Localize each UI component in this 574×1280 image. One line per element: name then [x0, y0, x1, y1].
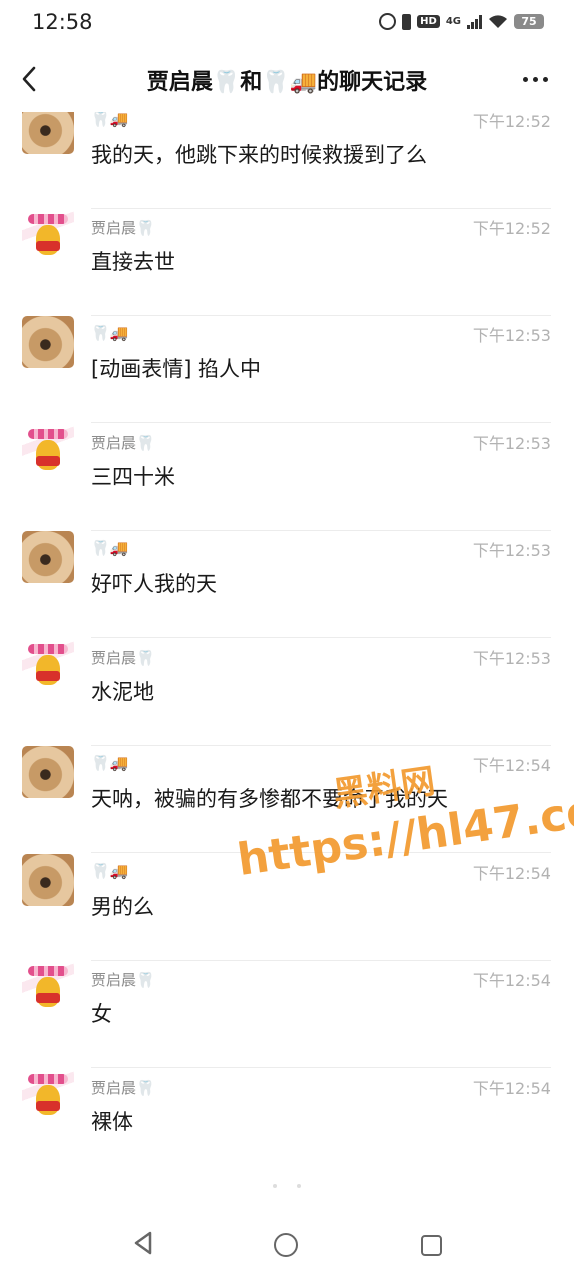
status-icons: HD 4G 75: [379, 13, 544, 30]
list-item: 贾启晨🦷 下午12:52 直接去世: [0, 209, 574, 316]
network-type: 4G: [445, 16, 461, 27]
avatar[interactable]: [22, 1069, 74, 1121]
alarm-icon: [379, 13, 397, 30]
list-item: 🦷🚚 下午12:54 天呐，被骗的有多惨都不要命了我的天: [0, 746, 574, 853]
message-time: 下午12:53: [472, 649, 551, 668]
message-time: 下午12:53: [472, 541, 551, 560]
message-text: 我的天，他跳下来的时候救援到了么: [91, 143, 427, 167]
sender-name: 贾启晨🦷: [91, 971, 155, 989]
sender-name: 🦷🚚: [91, 539, 129, 557]
avatar[interactable]: [22, 316, 74, 368]
avatar[interactable]: [22, 209, 74, 261]
sender-name: 贾启晨🦷: [91, 434, 155, 452]
message-time: 下午12:52: [472, 219, 551, 238]
list-item: 贾启晨🦷 下午12:54 女: [0, 961, 574, 1068]
sender-name: 🦷🚚: [91, 862, 129, 880]
page-title: 贾启晨🦷和🦷🚚的聊天记录: [146, 70, 428, 95]
list-item: 🦷🚚 下午12:54 男的么: [0, 854, 574, 961]
battery-indicator: 75: [514, 14, 544, 29]
chat-history-header: 贾启晨🦷和🦷🚚的聊天记录: [0, 46, 574, 112]
sender-name: 🦷🚚: [91, 324, 129, 342]
divider: [91, 1067, 551, 1068]
message-text: 水泥地: [91, 680, 154, 704]
avatar[interactable]: [22, 854, 74, 906]
message-text: 裸体: [91, 1110, 133, 1134]
list-item: 🦷🚚 下午12:53 好吓人我的天: [0, 531, 574, 638]
message-list[interactable]: 🦷🚚 下午12:52 我的天，他跳下来的时候救援到了么 贾启晨🦷 下午12:52…: [0, 104, 574, 1200]
wifi-icon: [489, 15, 507, 28]
message-time: 下午12:53: [472, 326, 551, 345]
message-text: 女: [91, 1002, 112, 1026]
system-nav-bar: [0, 1200, 574, 1280]
divider: [91, 422, 551, 423]
message-time: 下午12:54: [472, 971, 551, 990]
message-text: 好吓人我的天: [91, 572, 217, 596]
chevron-left-icon[interactable]: [16, 64, 44, 94]
sender-name: 贾启晨🦷: [91, 219, 155, 237]
triangle-back-icon[interactable]: [131, 1230, 155, 1256]
avatar[interactable]: [22, 424, 74, 476]
sender-name: 🦷🚚: [91, 110, 129, 128]
status-time: 12:58: [32, 10, 93, 34]
hd-badge: HD: [417, 15, 440, 28]
list-item: 🦷🚚 下午12:52 我的天，他跳下来的时候救援到了么: [0, 104, 574, 209]
more-dots-icon[interactable]: [523, 77, 548, 82]
message-text: [动画表情] 掐人中: [91, 357, 262, 381]
message-text: 男的么: [91, 895, 154, 919]
message-time: 下午12:54: [472, 864, 551, 883]
list-item: 贾启晨🦷 下午12:53 水泥地: [0, 639, 574, 746]
list-item: 🦷🚚 下午12:53 [动画表情] 掐人中: [0, 316, 574, 423]
message-text: 直接去世: [91, 250, 175, 274]
message-time: 下午12:54: [472, 1079, 551, 1098]
status-bar: 12:58 HD 4G 75: [0, 0, 574, 46]
message-time: 下午12:53: [472, 434, 551, 453]
list-item: 贾启晨🦷 下午12:53 三四十米: [0, 424, 574, 531]
message-text: 天呐，被骗的有多惨都不要命了我的天: [91, 787, 448, 811]
square-recents-icon[interactable]: [421, 1235, 442, 1256]
avatar[interactable]: [22, 531, 74, 583]
avatar[interactable]: [22, 639, 74, 691]
avatar[interactable]: [22, 961, 74, 1013]
message-time: 下午12:54: [472, 756, 551, 775]
message-text: 三四十米: [91, 465, 175, 489]
vibrate-icon: [402, 13, 412, 30]
sender-name: 贾启晨🦷: [91, 1079, 155, 1097]
signal-icon: [467, 14, 482, 29]
divider: [91, 852, 551, 853]
sender-name: 🦷🚚: [91, 754, 129, 772]
list-item: 贾启晨🦷 下午12:54 裸体: [0, 1069, 574, 1176]
avatar[interactable]: [22, 746, 74, 798]
sender-name: 贾启晨🦷: [91, 649, 155, 667]
circle-home-icon[interactable]: [274, 1233, 298, 1257]
divider: [91, 637, 551, 638]
scroll-indicator: [0, 1173, 574, 1192]
